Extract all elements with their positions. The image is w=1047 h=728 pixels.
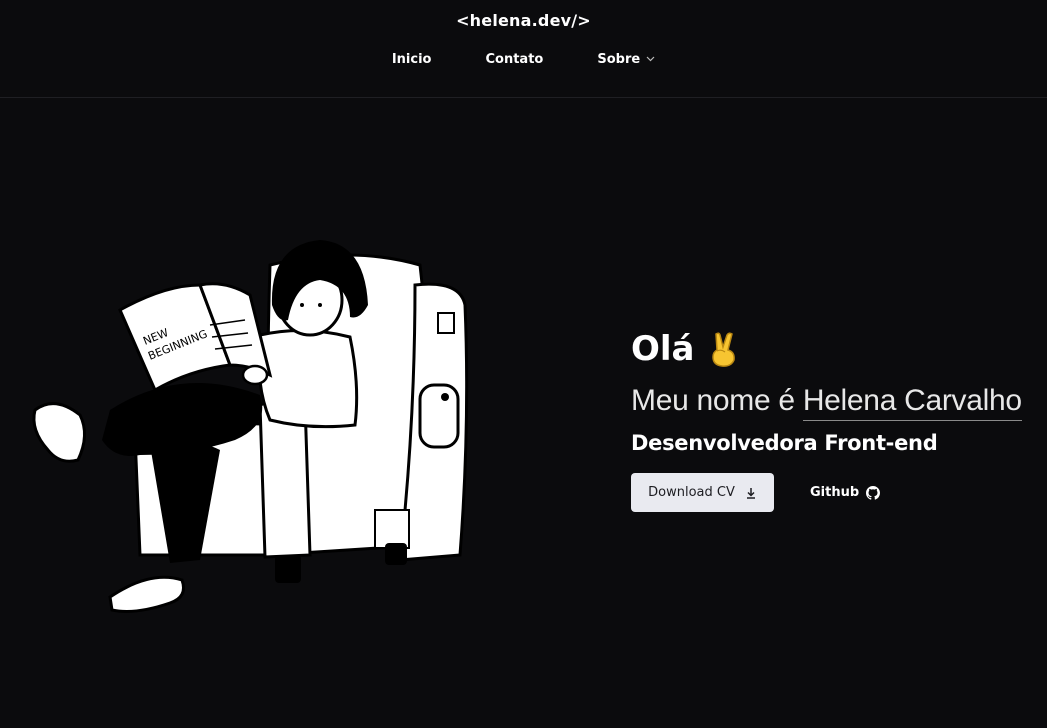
github-label: Github: [810, 485, 860, 500]
intro-line: Meu nome é Helena Carvalho: [631, 384, 1031, 421]
nav-item-contato[interactable]: Contato: [458, 52, 570, 67]
download-icon: [746, 487, 755, 499]
reading-woman-illustration: NEW BEGINNING: [32, 240, 469, 613]
page: <helena.dev/> Inicio Contato Sobre NEW B…: [0, 0, 1047, 728]
site-header: <helena.dev/> Inicio Contato Sobre: [0, 0, 1047, 98]
github-icon: [866, 485, 881, 500]
full-name: Helena Carvalho: [802, 384, 1022, 421]
nav-item-label: Contato: [485, 52, 544, 67]
site-logo[interactable]: <helena.dev/>: [0, 11, 1047, 30]
hero-section: Olá Meu nome é Helena Carvalho Desenvolv…: [631, 326, 1031, 512]
chevron-down-icon: [646, 54, 655, 65]
download-cv-label: Download CV: [648, 485, 735, 500]
nav-item-sobre[interactable]: Sobre: [570, 52, 682, 67]
main-nav: Inicio Contato Sobre: [0, 52, 1047, 67]
greeting-text: Olá: [631, 329, 695, 369]
hero-illustration: NEW BEGINNING: [20, 225, 490, 625]
nav-item-inicio[interactable]: Inicio: [365, 52, 459, 67]
greeting: Olá: [631, 326, 1031, 372]
hero-actions: Download CV Github: [631, 473, 1031, 512]
job-title: Desenvolvedora Front-end: [631, 431, 938, 455]
nav-item-label: Sobre: [597, 52, 641, 67]
victory-hand-icon: [707, 330, 741, 368]
github-link[interactable]: Github: [810, 485, 881, 500]
intro-prefix: Meu nome é: [631, 384, 795, 417]
nav-item-label: Inicio: [391, 52, 432, 67]
download-cv-button[interactable]: Download CV: [631, 473, 774, 512]
